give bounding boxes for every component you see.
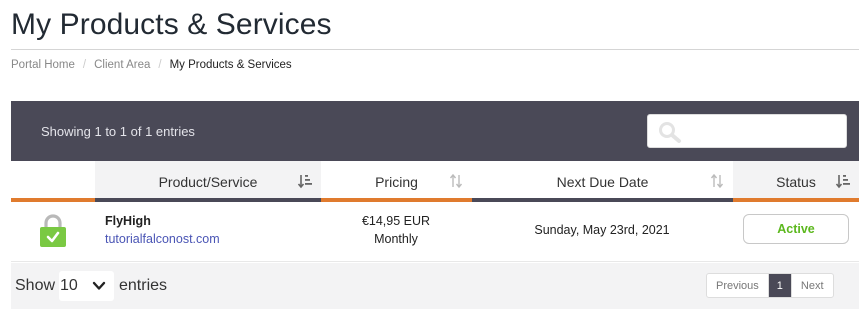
sort-both-icon	[449, 173, 463, 189]
title-divider	[11, 49, 859, 50]
breadcrumb: Portal Home / Client Area / My Products …	[11, 59, 292, 71]
product-domain-link[interactable]: tutorialfalconost.com	[105, 232, 220, 246]
pagination: Previous 1 Next	[706, 273, 834, 298]
pagination-next[interactable]: Next	[792, 274, 833, 297]
pagination-previous[interactable]: Previous	[707, 274, 769, 297]
column-header-pricing[interactable]: Pricing	[321, 161, 472, 202]
column-header-next-due-date[interactable]: Next Due Date	[472, 161, 733, 202]
sort-desc-icon	[297, 175, 312, 189]
breadcrumb-portal-home[interactable]: Portal Home	[11, 59, 75, 71]
table-header: Product/Service Pricing Next Due Date St…	[11, 161, 859, 202]
breadcrumb-client-area[interactable]: Client Area	[94, 59, 150, 71]
search-box[interactable]	[647, 114, 847, 148]
breadcrumb-separator: /	[82, 59, 87, 71]
column-label-status: Status	[776, 173, 816, 190]
show-label: Show	[15, 277, 56, 294]
table-info: Showing 1 to 1 of 1 entries	[41, 124, 195, 139]
table-footer: Show 10 entries Previous 1 Next	[11, 263, 859, 309]
search-icon	[659, 122, 681, 143]
next-due-date: Sunday, May 23rd, 2021	[534, 223, 670, 237]
chevron-down-icon	[92, 281, 106, 290]
column-label-product: Product/Service	[158, 173, 258, 190]
sort-desc-icon	[835, 175, 850, 189]
breadcrumb-separator: /	[158, 59, 162, 71]
page-title: My Products & Services	[11, 8, 332, 41]
column-header-product[interactable]: Product/Service	[95, 161, 321, 202]
table-toolbar: Showing 1 to 1 of 1 entries	[11, 101, 859, 161]
status-badge: Active	[743, 214, 849, 244]
column-header-status[interactable]: Status	[733, 161, 859, 202]
page-length-select[interactable]: 10	[59, 271, 114, 301]
table-row[interactable]: FlyHigh tutorialfalconost.com €14,95 EUR…	[11, 202, 859, 262]
price-amount: €14,95 EUR	[361, 214, 431, 228]
page-length-value: 10	[60, 277, 78, 294]
breadcrumb-current: My Products & Services	[169, 59, 292, 71]
pagination-page-current[interactable]: 1	[768, 274, 792, 297]
column-label-next-due-date: Next Due Date	[556, 173, 649, 190]
lock-icon	[40, 214, 66, 247]
billing-cycle: Monthly	[374, 232, 418, 246]
product-name: FlyHigh	[105, 214, 151, 228]
sort-both-icon	[710, 173, 724, 189]
column-label-pricing: Pricing	[375, 173, 418, 190]
entries-label: entries	[119, 277, 168, 294]
search-input[interactable]	[688, 121, 838, 143]
